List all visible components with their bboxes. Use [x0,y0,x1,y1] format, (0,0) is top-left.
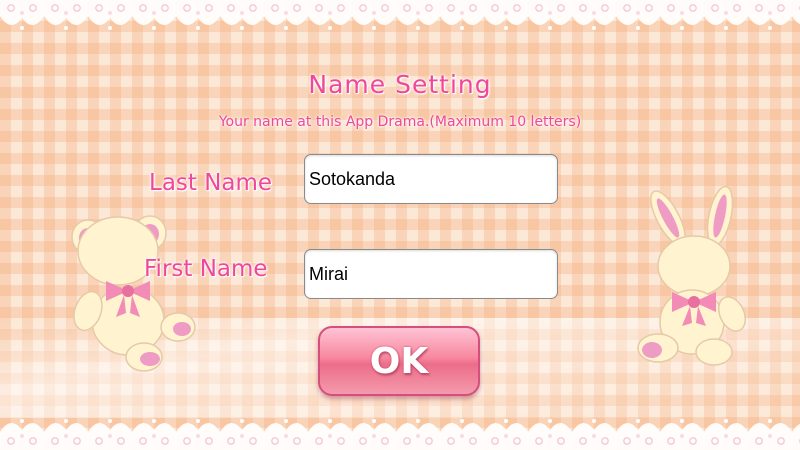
bunny-icon [637,186,747,366]
ok-button-label: OK [369,340,429,382]
page-title: Name Setting [308,70,492,99]
last-name-label: Last Name [149,170,273,196]
lace-top-border [0,0,800,34]
teddy-bear-icon [71,215,196,372]
first-name-input[interactable] [304,249,558,299]
last-name-input[interactable] [304,154,558,204]
lace-bottom-border [0,414,800,450]
first-name-label: First Name [144,256,268,282]
ok-button[interactable]: OK [318,326,480,396]
page-subtitle: Your name at this App Drama.(Maximum 10 … [218,114,582,130]
name-setting-screen: Name Setting Your name at this App Drama… [0,0,800,450]
